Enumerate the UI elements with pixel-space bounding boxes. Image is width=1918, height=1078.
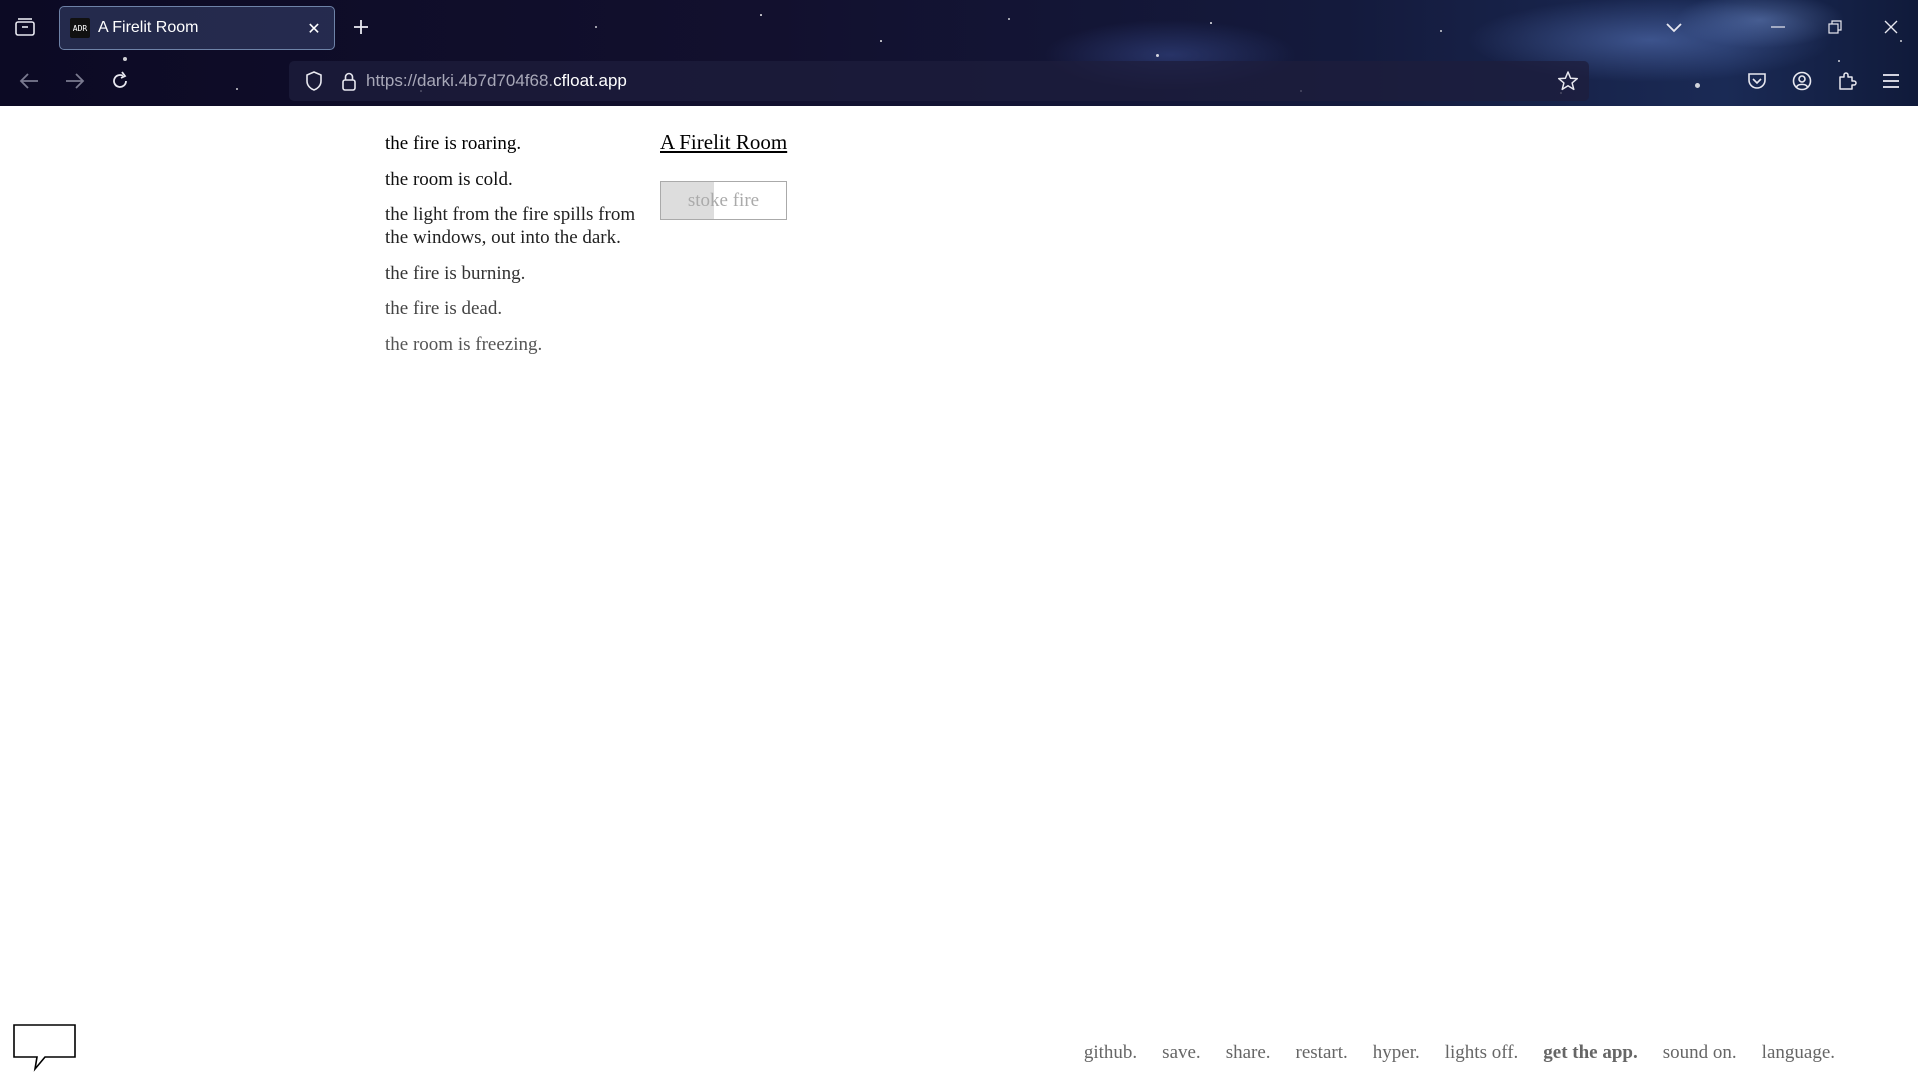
star-decoration [236, 88, 238, 90]
star-decoration [1156, 54, 1159, 57]
hyper-link[interactable]: hyper. [1373, 1042, 1420, 1064]
star-decoration [1695, 83, 1700, 88]
bookmark-star-icon[interactable] [1553, 66, 1583, 96]
url-text[interactable]: https://darki.4b7d704f68.cfloat.app [366, 71, 627, 91]
star-decoration [1838, 60, 1840, 62]
get-the-app-link[interactable]: get the app. [1543, 1042, 1637, 1064]
notification: the room is cold. [385, 168, 513, 190]
github-link[interactable]: github. [1084, 1042, 1137, 1064]
stoke-fire-button[interactable]: stoke fire [660, 181, 787, 220]
notification: the light from the fire spills from the … [385, 204, 636, 248]
app-menu-hamburger-icon[interactable] [1876, 66, 1906, 96]
game-page: the fire is roaring. the room is cold. t… [0, 106, 1918, 1078]
back-icon[interactable] [14, 66, 44, 96]
save-link[interactable]: save. [1162, 1042, 1201, 1064]
tracking-protection-shield-icon[interactable] [299, 66, 329, 96]
account-icon[interactable] [1787, 66, 1817, 96]
close-tab-icon[interactable]: ✕ [300, 14, 328, 42]
forward-icon[interactable] [60, 66, 90, 96]
tab-title: A Firelit Room [98, 19, 199, 36]
chat-bubble-icon[interactable] [13, 1024, 77, 1072]
url-domain: cfloat.app [553, 71, 627, 90]
list-all-tabs-icon[interactable] [1659, 12, 1689, 42]
pocket-icon[interactable] [1742, 66, 1772, 96]
close-window-icon[interactable] [1876, 12, 1906, 42]
address-bar[interactable]: https://darki.4b7d704f68.cfloat.app [289, 61, 1589, 101]
lock-icon[interactable] [334, 66, 364, 96]
lights-off-link[interactable]: lights off. [1445, 1042, 1519, 1064]
tab-list-icon[interactable] [10, 12, 40, 42]
location-header-firelit-room[interactable]: A Firelit Room [660, 130, 787, 155]
restart-link[interactable]: restart. [1296, 1042, 1348, 1064]
restore-window-icon[interactable] [1820, 12, 1850, 42]
notification: the fire is burning. [385, 262, 526, 284]
notification: the fire is roaring. [385, 133, 522, 154]
star-decoration [123, 57, 127, 61]
tab-favicon-icon: ADR [70, 18, 90, 38]
new-tab-icon[interactable] [346, 12, 376, 42]
notification: the room is freezing. [385, 333, 543, 355]
tab-active[interactable]: ADR A Firelit Room ✕ [59, 6, 335, 50]
minimize-window-icon[interactable] [1763, 12, 1793, 42]
notifications-log: the fire is roaring. the room is cold. t… [385, 132, 645, 368]
url-prefix: https://darki.4b7d704f68. [366, 71, 554, 90]
share-link[interactable]: share. [1226, 1042, 1271, 1064]
extensions-puzzle-icon[interactable] [1832, 66, 1862, 96]
tab-bar: ADR A Firelit Room ✕ [0, 0, 1918, 54]
sound-on-link[interactable]: sound on. [1663, 1042, 1737, 1064]
stoke-fire-label: stoke fire [687, 189, 760, 211]
browser-chrome: ADR A Firelit Room ✕ https://darki.4b7d7… [0, 0, 1918, 106]
footer-menu: github. save. share. restart. hyper. lig… [1084, 1042, 1835, 1064]
reload-icon[interactable] [105, 66, 135, 96]
language-link[interactable]: language. [1762, 1042, 1835, 1064]
notification: the fire is dead. [385, 298, 503, 319]
